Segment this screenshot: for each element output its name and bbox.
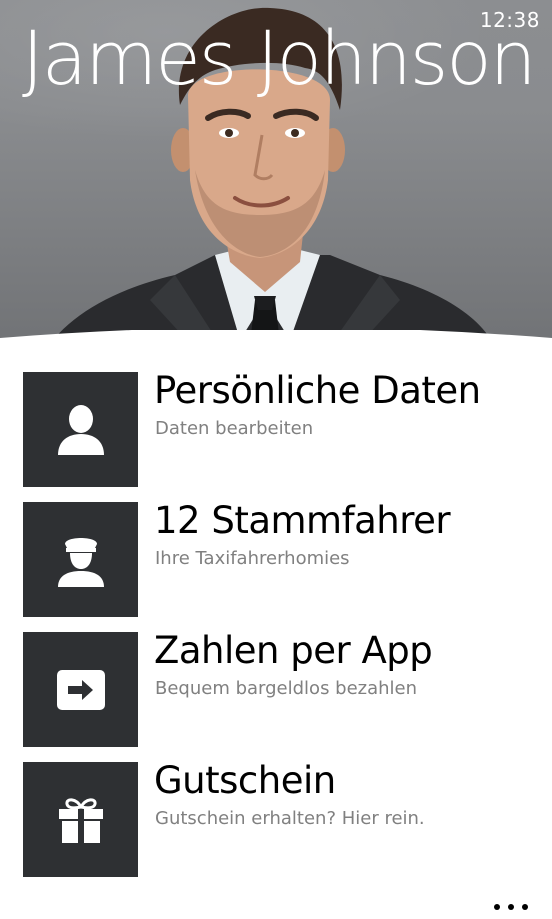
dot — [494, 904, 500, 910]
menu-item-stammfahrer[interactable]: 12 Stammfahrer Ihre Taxifahrerhomies — [23, 499, 533, 617]
menu-item-title: Persönliche Daten — [154, 369, 481, 412]
person-icon — [57, 404, 104, 455]
menu-item-zahlen-per-app[interactable]: Zahlen per App Bequem bargeldlos bezahle… — [23, 629, 533, 747]
dot — [508, 904, 514, 910]
menu-item-subtitle: Ihre Taxifahrerhomies — [155, 548, 350, 569]
menu-item-title: 12 Stammfahrer — [154, 499, 451, 542]
payment-arrow-icon — [56, 669, 105, 710]
menu-item-persoenliche-daten[interactable]: Persönliche Daten Daten bearbeiten — [23, 369, 533, 487]
menu-tile — [23, 762, 138, 877]
dot — [522, 904, 528, 910]
menu-item-gutschein[interactable]: Gutschein Gutschein erhalten? Hier rein. — [23, 759, 533, 877]
menu-item-subtitle: Bequem bargeldlos bezahlen — [155, 678, 418, 699]
gift-icon — [58, 797, 103, 843]
status-time: 12:38 — [479, 8, 540, 32]
profile-header: 12:38 James Johnson — [0, 0, 552, 360]
menu-item-subtitle: Gutschein erhalten? Hier rein. — [155, 808, 425, 829]
header-curve — [0, 330, 552, 360]
menu-tile — [23, 502, 138, 617]
driver-icon — [57, 537, 104, 587]
menu-item-title: Gutschein — [154, 759, 336, 802]
more-dots-icon[interactable] — [494, 901, 528, 913]
menu-tile — [23, 632, 138, 747]
profile-name: James Johnson — [22, 16, 536, 102]
menu-tile — [23, 372, 138, 487]
menu-item-subtitle: Daten bearbeiten — [155, 418, 314, 439]
menu-item-title: Zahlen per App — [154, 629, 433, 672]
